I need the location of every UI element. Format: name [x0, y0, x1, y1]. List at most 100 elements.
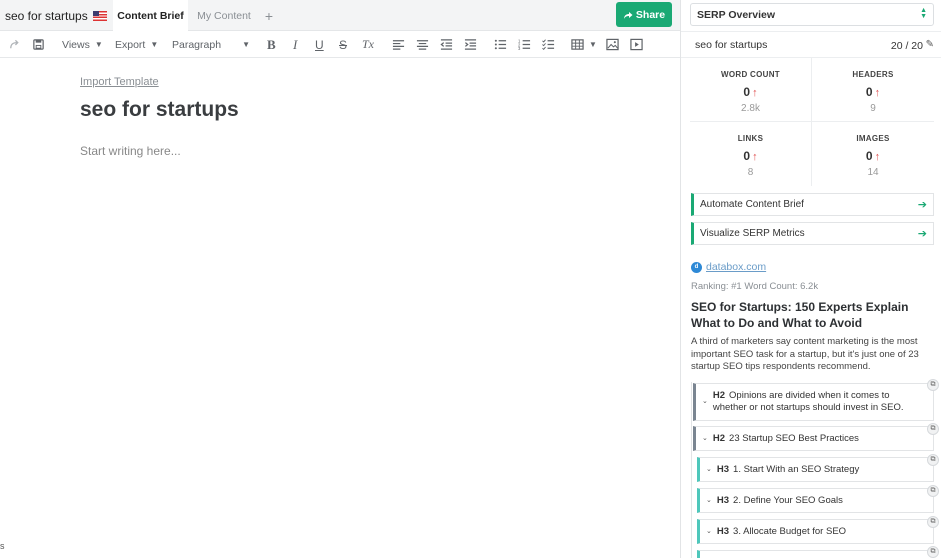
- clear-format-button[interactable]: Tx: [362, 31, 374, 58]
- heading-text: 1. Start With an SEO Strategy: [733, 463, 860, 475]
- keyword-text: seo for startups: [695, 38, 768, 51]
- serp-mode-select[interactable]: SERP Overview ▲ ▼: [690, 3, 934, 26]
- arrow-up-icon: ↑: [752, 151, 758, 163]
- copy-icon[interactable]: ⧉: [927, 379, 939, 391]
- serp-panel: SERP Overview ▲ ▼ seo for startups 20 / 2…: [681, 0, 941, 558]
- heading-text: 23 Startup SEO Best Practices: [729, 432, 859, 444]
- svg-text:3: 3: [518, 46, 521, 51]
- keyword-count: 20 / 20: [890, 40, 923, 52]
- heading-text: 2. Define Your SEO Goals: [733, 494, 843, 506]
- views-label: Views: [62, 38, 90, 51]
- document-tab[interactable]: seo for startups ⚙: [0, 0, 125, 31]
- top-tab-bar: seo for startups ⚙ Content Brief My Cont…: [0, 0, 680, 31]
- chevron-down-icon[interactable]: ⌄: [702, 433, 708, 445]
- heading-text: Opinions are divided when it comes to wh…: [712, 390, 904, 413]
- copy-icon[interactable]: ⧉: [927, 516, 939, 528]
- outline-item[interactable]: ⌄ H2 Opinions are divided when it comes t…: [693, 383, 934, 421]
- action-label: Visualize SERP Metrics: [700, 228, 805, 239]
- copy-icon[interactable]: ⧉: [927, 454, 939, 466]
- visualize-serp-metrics-button[interactable]: Visualize SERP Metrics ➔: [691, 222, 934, 245]
- document-heading[interactable]: seo for startups: [80, 98, 239, 122]
- outdent-icon[interactable]: [440, 31, 453, 58]
- italic-button[interactable]: I: [293, 31, 297, 58]
- action-label: Automate Content Brief: [700, 199, 804, 210]
- metric-target: 9: [870, 103, 876, 114]
- document-title[interactable]: seo for startups: [5, 9, 88, 23]
- align-center-icon[interactable]: [416, 31, 429, 58]
- metric-target: 8: [747, 167, 754, 178]
- table-icon: [571, 39, 584, 50]
- video-icon[interactable]: [630, 31, 643, 58]
- chevron-down-icon[interactable]: ⌄: [702, 396, 708, 408]
- add-tab-button[interactable]: +: [260, 0, 278, 31]
- metric-label: LINKS: [737, 134, 764, 143]
- keyword-row: seo for startups 20 / 20 ✎: [681, 31, 941, 58]
- outline-item[interactable]: ⌄ H3 2. Define Your SEO Goals: [697, 488, 934, 513]
- copy-icon[interactable]: ⧉: [927, 485, 939, 497]
- metric-value: 0: [743, 85, 751, 99]
- chevron-down-icon[interactable]: ⌄: [706, 495, 712, 507]
- checklist-icon[interactable]: [542, 31, 555, 58]
- arrow-up-icon: ↑: [874, 151, 881, 163]
- block-type-dropdown[interactable]: Paragraph ▼: [172, 31, 250, 58]
- save-icon[interactable]: [32, 31, 45, 58]
- chevron-down-icon[interactable]: ⌄: [706, 526, 712, 538]
- chevron-down-icon: ▼: [150, 40, 159, 49]
- metric-links: LINKS 0 ↑ 8: [690, 122, 812, 186]
- outline-item[interactable]: ⌄ H2 23 Startup SEO Best Practices: [693, 426, 934, 451]
- metric-word-count: WORD COUNT 0 ↑ 2.8k: [690, 58, 812, 122]
- heading-text: 3. Allocate Budget for SEO: [733, 525, 847, 537]
- align-left-icon[interactable]: [392, 31, 405, 58]
- table-dropdown[interactable]: ▼: [571, 31, 597, 58]
- share-button-label: Share: [635, 8, 666, 21]
- share-button[interactable]: Share: [616, 2, 672, 27]
- result-source: d databox.com: [691, 261, 766, 273]
- metric-value: 0: [865, 85, 873, 99]
- result-ranking: Ranking: #1 Word Count: 6.2k: [691, 281, 819, 292]
- copy-icon[interactable]: ⧉: [927, 546, 939, 558]
- image-icon[interactable]: [606, 31, 619, 58]
- outline-item[interactable]: [697, 550, 934, 558]
- stray-text: s: [0, 541, 5, 551]
- tab-my-content[interactable]: My Content: [188, 0, 260, 31]
- export-dropdown[interactable]: Export ▼: [115, 31, 158, 58]
- metric-images: IMAGES 0 ↑ 14: [812, 122, 934, 186]
- redo-icon[interactable]: [8, 31, 21, 58]
- heading-tag: H2: [712, 390, 726, 401]
- block-type-label: Paragraph: [172, 38, 222, 51]
- arrow-right-icon: ➔: [917, 228, 927, 240]
- metric-label: HEADERS: [852, 70, 894, 79]
- heading-tag: H2: [712, 432, 726, 444]
- outline-item[interactable]: ⌄ H3 3. Allocate Budget for SEO: [697, 519, 934, 544]
- metric-target: 2.8k: [741, 103, 760, 114]
- favicon-icon: d: [691, 261, 702, 273]
- bullet-list-icon[interactable]: [494, 31, 507, 58]
- result-title: SEO for Startups: 150 Experts Explain Wh…: [691, 300, 909, 330]
- views-dropdown[interactable]: Views ▼: [62, 31, 103, 58]
- editor-placeholder[interactable]: Start writing here...: [80, 144, 181, 158]
- metric-label: IMAGES: [856, 134, 890, 143]
- copy-icon[interactable]: ⧉: [927, 423, 939, 435]
- indent-icon[interactable]: [464, 31, 477, 58]
- underline-button[interactable]: U: [315, 31, 324, 58]
- result-domain-link[interactable]: databox.com: [706, 261, 766, 273]
- export-label: Export: [115, 38, 146, 51]
- automate-content-brief-button[interactable]: Automate Content Brief ➔: [691, 193, 934, 216]
- strikethrough-button[interactable]: S: [339, 31, 347, 58]
- editor-canvas[interactable]: Import Template seo for startups Start w…: [0, 58, 680, 558]
- outline-item[interactable]: ⌄ H3 1. Start With an SEO Strategy: [697, 457, 934, 482]
- pencil-icon[interactable]: ✎: [926, 39, 934, 50]
- metric-value: 0: [865, 149, 873, 163]
- chevron-down-icon: ▼: [589, 40, 597, 49]
- arrow-up-icon: ↑: [752, 87, 758, 99]
- metric-headers: HEADERS 0 ↑ 9: [812, 58, 934, 122]
- tab-content-brief[interactable]: Content Brief: [113, 0, 188, 31]
- heading-tag: H3: [716, 494, 730, 506]
- us-flag-icon: [92, 10, 107, 21]
- bold-button[interactable]: B: [267, 31, 276, 58]
- numbered-list-icon[interactable]: 123: [518, 31, 531, 58]
- outline-guide-line: [691, 382, 692, 558]
- heading-tag: H3: [716, 463, 730, 475]
- import-template-link[interactable]: Import Template: [80, 76, 159, 88]
- chevron-down-icon[interactable]: ⌄: [706, 464, 712, 476]
